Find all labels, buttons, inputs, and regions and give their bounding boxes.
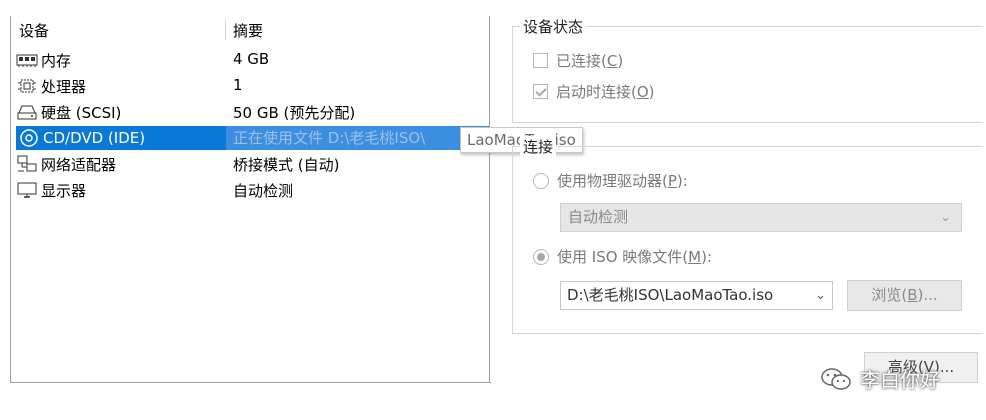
device-list: 设备 摘要 内存 4 GB 处理器 1 硬盘 (SCSI) 50 GB (预先分… (10, 16, 491, 383)
cpu-icon (16, 77, 38, 95)
connect-at-power-on-checkbox[interactable]: 启动时连接(O) (533, 81, 655, 102)
display-icon (16, 181, 38, 199)
iso-image-radio-button[interactable] (533, 248, 549, 265)
connected-label: 已连接(C) (556, 52, 624, 70)
physical-drive-label: 使用物理驱动器(P): (557, 172, 688, 190)
device-row-display[interactable]: 显示器 自动检测 (12, 178, 490, 202)
device-name: 网络适配器 (41, 155, 117, 174)
device-status-group (512, 26, 983, 123)
physical-drive-radio[interactable]: 使用物理驱动器(P): (533, 170, 688, 191)
connect-at-power-on-checkbox-box[interactable] (533, 84, 548, 99)
device-row-cpu[interactable]: 处理器 1 (12, 74, 490, 98)
connected-checkbox[interactable]: 已连接(C) (533, 50, 623, 71)
watermark: 李白你好 (820, 364, 940, 393)
iso-path-value: D:\老毛桃ISO\LaoMaoTao.iso (567, 286, 774, 304)
device-summary: 自动检测 (233, 182, 294, 200)
harddisk-icon (16, 103, 38, 121)
chevron-down-icon[interactable]: ⌄ (812, 282, 826, 309)
physical-drive-radio-button[interactable] (533, 172, 549, 189)
device-name: 处理器 (41, 77, 87, 96)
device-summary: 正在使用文件 D:\老毛桃ISO\ (226, 126, 490, 150)
column-header-summary[interactable]: 摘要 (233, 20, 263, 41)
browse-button[interactable]: 浏览(B)... (847, 280, 962, 311)
iso-image-radio[interactable]: 使用 ISO 映像文件(M): (533, 246, 712, 267)
column-header-device[interactable]: 设备 (19, 20, 49, 41)
cd-dvd-icon (18, 129, 40, 147)
connect-at-power-on-label: 启动时连接(O) (556, 83, 655, 101)
device-summary: 桥接模式 (自动) (233, 156, 340, 174)
network-adapter-icon (16, 155, 38, 173)
wechat-logo-icon (820, 366, 852, 392)
iso-path-combobox[interactable]: D:\老毛桃ISO\LaoMaoTao.iso ⌄ (560, 281, 833, 310)
device-name: CD/DVD (IDE) (43, 129, 146, 147)
device-status-title: 设备状态 (520, 16, 587, 37)
device-row-network-adapter[interactable]: 网络适配器 桥接模式 (自动) (12, 152, 490, 176)
chevron-down-icon: ⌄ (940, 210, 951, 225)
physical-drive-select-value: 自动检测 (568, 208, 629, 226)
physical-drive-select[interactable]: 自动检测 ⌄ (560, 203, 962, 232)
device-row-memory[interactable]: 内存 4 GB (12, 48, 490, 72)
column-separator[interactable] (225, 20, 226, 40)
device-name: 内存 (41, 51, 72, 70)
device-row-harddisk[interactable]: 硬盘 (SCSI) 50 GB (预先分配) (12, 100, 490, 124)
memory-icon (16, 51, 38, 69)
device-name: 硬盘 (SCSI) (41, 103, 122, 122)
iso-image-label: 使用 ISO 映像文件(M): (557, 248, 713, 266)
device-summary: 50 GB (预先分配) (233, 104, 356, 122)
panel-divider[interactable] (489, 16, 490, 382)
device-summary: 4 GB (233, 50, 270, 68)
device-summary: 1 (233, 76, 243, 94)
watermark-text: 李白你好 (860, 368, 940, 392)
connected-checkbox-box[interactable] (533, 53, 548, 68)
device-row-cd-dvd[interactable]: CD/DVD (IDE) 正在使用文件 D:\老毛桃ISO\ (12, 126, 490, 150)
connection-title: 连接 (520, 136, 557, 157)
device-name: 显示器 (41, 181, 87, 200)
